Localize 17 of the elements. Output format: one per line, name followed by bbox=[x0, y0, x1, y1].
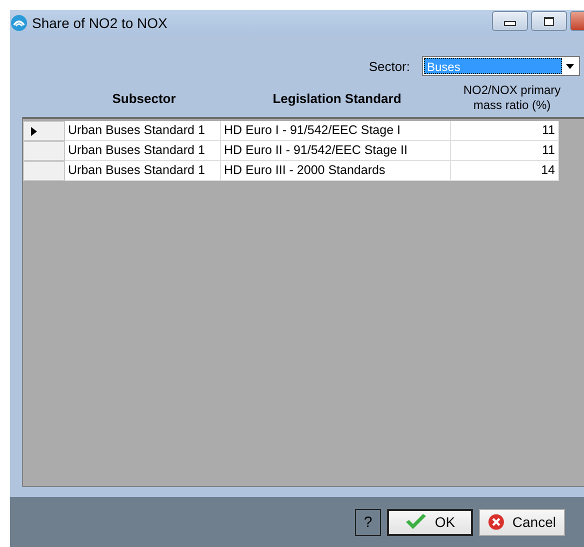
column-header[interactable]: NO2/NOX primary mass ratio (%) bbox=[452, 83, 572, 113]
table-cell: 11 bbox=[451, 141, 559, 161]
sector-label: Sector: bbox=[368, 58, 410, 74]
help-button[interactable]: ? bbox=[355, 508, 381, 536]
table-cell: Urban Buses Standard 1 bbox=[65, 161, 221, 181]
column-header[interactable]: Legislation Standard bbox=[222, 90, 452, 106]
cancel-button[interactable]: Cancel bbox=[479, 508, 565, 536]
table-cell: HD Euro III - 2000 Standards bbox=[221, 161, 451, 181]
column-header[interactable]: Subsector bbox=[66, 90, 222, 106]
window-title: Share of NO2 to NOX bbox=[32, 14, 168, 30]
table-cell: HD Euro II - 91/542/EEC Stage II bbox=[221, 141, 451, 161]
table-cell: 14 bbox=[451, 161, 559, 181]
table-cell: HD Euro I - 91/542/EEC Stage I bbox=[221, 121, 451, 141]
table-cell: Urban Buses Standard 1 bbox=[65, 141, 221, 161]
ok-button[interactable]: OK bbox=[387, 508, 473, 536]
table-cell: Urban Buses Standard 1 bbox=[65, 121, 221, 141]
table-cell: 11 bbox=[451, 121, 559, 141]
